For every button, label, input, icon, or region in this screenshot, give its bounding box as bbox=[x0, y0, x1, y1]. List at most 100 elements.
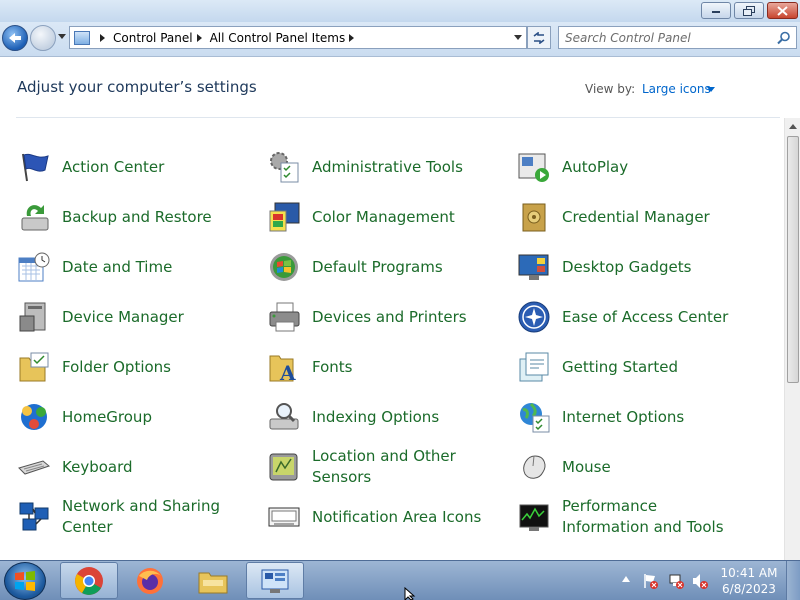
backup-restore-icon bbox=[17, 200, 51, 234]
item-label: AutoPlay bbox=[562, 157, 629, 176]
restore-icon bbox=[743, 5, 755, 16]
view-by-label: View by: bbox=[585, 82, 636, 96]
system-clock[interactable]: 10:41 AM 6/8/2023 bbox=[716, 565, 782, 597]
chrome-icon bbox=[75, 566, 103, 595]
show-hidden-icons-button[interactable] bbox=[622, 576, 630, 582]
folder-icon bbox=[198, 572, 228, 593]
windows-logo-icon bbox=[15, 571, 35, 591]
item-label: Getting Started bbox=[562, 357, 678, 376]
search-box[interactable] bbox=[558, 26, 797, 49]
item-label: Backup and Restore bbox=[62, 207, 212, 226]
control-panel-items-grid: Action Center Administrative Tools AutoP… bbox=[0, 139, 784, 560]
device-manager-icon bbox=[17, 300, 51, 334]
item-label: Ease of Access Center bbox=[562, 307, 729, 326]
breadcrumb-separator-icon[interactable] bbox=[196, 33, 202, 42]
item-fonts[interactable]: A Fonts bbox=[250, 342, 492, 392]
breadcrumb-separator-icon[interactable] bbox=[100, 33, 105, 42]
item-backup-and-restore[interactable]: Backup and Restore bbox=[0, 192, 242, 242]
item-credential-manager[interactable]: Credential Manager bbox=[500, 192, 742, 242]
item-action-center[interactable]: Action Center bbox=[0, 142, 242, 192]
item-homegroup[interactable]: HomeGroup bbox=[0, 392, 242, 442]
recent-pages-dropdown[interactable] bbox=[58, 34, 66, 39]
taskbar-firefox[interactable] bbox=[121, 562, 179, 599]
item-label: Fonts bbox=[312, 357, 353, 376]
clock-date: 6/8/2023 bbox=[722, 582, 776, 596]
show-desktop-button[interactable] bbox=[786, 561, 800, 600]
breadcrumb-all-items[interactable]: All Control Panel Items bbox=[210, 31, 346, 45]
volume-muted-icon[interactable] bbox=[692, 573, 708, 589]
fonts-folder-icon: A bbox=[267, 350, 301, 384]
address-bar[interactable]: Control Panel All Control Panel Items bbox=[69, 26, 527, 49]
scroll-up-button[interactable] bbox=[785, 118, 800, 134]
address-toolbar: Control Panel All Control Panel Items bbox=[0, 22, 800, 57]
item-folder-options[interactable]: Folder Options bbox=[0, 342, 242, 392]
indexing-options-icon bbox=[267, 400, 301, 434]
network-tray-icon[interactable] bbox=[668, 573, 684, 589]
item-label: Location and Other Sensors bbox=[312, 447, 456, 486]
view-by-dropdown[interactable]: Large icons bbox=[642, 82, 711, 96]
restore-button[interactable] bbox=[734, 2, 764, 19]
default-programs-icon bbox=[267, 250, 301, 284]
folder-options-icon bbox=[17, 350, 51, 384]
item-label: Device Manager bbox=[62, 307, 184, 326]
credential-manager-vault-icon bbox=[517, 200, 551, 234]
taskbar: 10:41 AM 6/8/2023 bbox=[0, 560, 800, 600]
chevron-down-icon[interactable] bbox=[707, 87, 715, 92]
control-panel-icon bbox=[261, 569, 289, 593]
control-panel-window: Control Panel All Control Panel Items Ad… bbox=[0, 0, 800, 560]
item-administrative-tools[interactable]: Administrative Tools bbox=[250, 142, 492, 192]
internet-options-globe-icon bbox=[517, 400, 551, 434]
item-location-and-other-sensors[interactable]: Location and Other Sensors bbox=[250, 442, 492, 492]
taskbar-chrome[interactable] bbox=[60, 562, 118, 599]
item-label: Mouse bbox=[562, 457, 611, 476]
location-sensors-icon bbox=[267, 450, 301, 484]
item-internet-options[interactable]: Internet Options bbox=[500, 392, 742, 442]
item-label: Keyboard bbox=[62, 457, 133, 476]
close-icon bbox=[777, 5, 788, 16]
start-button[interactable] bbox=[4, 562, 46, 600]
item-desktop-gadgets[interactable]: Desktop Gadgets bbox=[500, 242, 742, 292]
item-label: Action Center bbox=[62, 157, 165, 176]
item-performance-information-and-tools[interactable]: Performance Information and Tools bbox=[500, 492, 742, 542]
breadcrumb-separator-icon[interactable] bbox=[349, 33, 355, 42]
search-icon[interactable] bbox=[777, 31, 791, 45]
vertical-scrollbar[interactable] bbox=[784, 118, 800, 560]
taskbar-explorer[interactable] bbox=[184, 562, 242, 599]
refresh-button[interactable] bbox=[527, 26, 551, 49]
close-button[interactable] bbox=[767, 2, 798, 19]
item-label: Color Management bbox=[312, 207, 455, 226]
getting-started-icon bbox=[517, 350, 551, 384]
date-time-calendar-icon bbox=[17, 250, 51, 284]
item-notification-area-icons[interactable]: Notification Area Icons bbox=[250, 492, 492, 542]
ease-of-access-icon bbox=[517, 300, 551, 334]
minimize-button[interactable] bbox=[701, 2, 731, 19]
item-date-and-time[interactable]: Date and Time bbox=[0, 242, 242, 292]
item-label: Internet Options bbox=[562, 407, 685, 426]
item-indexing-options[interactable]: Indexing Options bbox=[250, 392, 492, 442]
item-keyboard[interactable]: Keyboard bbox=[0, 442, 242, 492]
item-label: Indexing Options bbox=[312, 407, 440, 426]
address-dropdown-icon[interactable] bbox=[514, 35, 522, 40]
action-center-tray-icon[interactable] bbox=[642, 573, 658, 589]
item-network-and-sharing-center[interactable]: Network and Sharing Center bbox=[0, 492, 242, 542]
item-mouse[interactable]: Mouse bbox=[500, 442, 742, 492]
taskbar-control-panel[interactable] bbox=[246, 562, 304, 599]
item-ease-of-access-center[interactable]: Ease of Access Center bbox=[500, 292, 742, 342]
title-bar[interactable] bbox=[0, 0, 800, 22]
forward-button[interactable] bbox=[30, 25, 56, 51]
scroll-up-arrow-icon bbox=[788, 123, 797, 129]
item-color-management[interactable]: Color Management bbox=[250, 192, 492, 242]
item-label: Network and Sharing Center bbox=[62, 497, 220, 536]
breadcrumb-control-panel[interactable]: Control Panel bbox=[113, 31, 193, 45]
item-default-programs[interactable]: Default Programs bbox=[250, 242, 492, 292]
search-input[interactable] bbox=[565, 30, 775, 45]
item-devices-and-printers[interactable]: Devices and Printers bbox=[250, 292, 492, 342]
desktop-gadgets-icon bbox=[517, 250, 551, 284]
item-autoplay[interactable]: AutoPlay bbox=[500, 142, 742, 192]
item-device-manager[interactable]: Device Manager bbox=[0, 292, 242, 342]
notification-area-icon bbox=[267, 500, 301, 534]
back-button[interactable] bbox=[2, 25, 28, 51]
control-panel-icon bbox=[74, 30, 90, 45]
scroll-thumb[interactable] bbox=[787, 136, 799, 383]
item-getting-started[interactable]: Getting Started bbox=[500, 342, 742, 392]
